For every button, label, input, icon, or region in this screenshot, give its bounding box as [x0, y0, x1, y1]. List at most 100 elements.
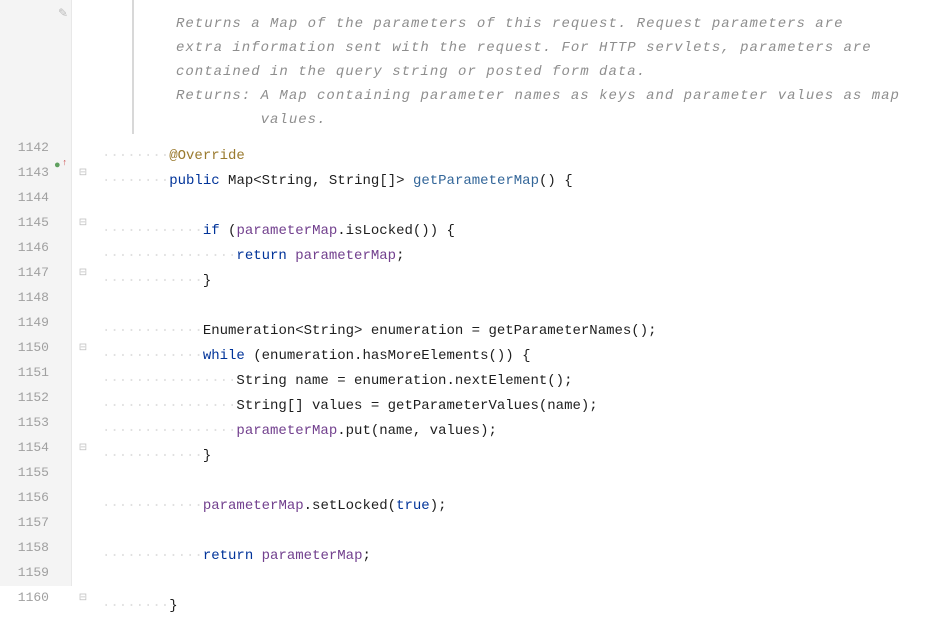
whitespace: ············ [102, 273, 203, 289]
whitespace: ············ [102, 548, 203, 564]
doc-line: values. [261, 112, 327, 128]
line-number[interactable]: 1148 [0, 285, 49, 310]
field: parameterMap [236, 223, 337, 239]
fold-mark [72, 485, 94, 510]
code-line[interactable] [94, 294, 934, 319]
line-number[interactable]: 1154 [0, 435, 49, 460]
code-line[interactable]: ············} [94, 269, 934, 294]
fold-mark [72, 385, 94, 410]
code-line[interactable]: ········} [94, 594, 934, 619]
whitespace: ················ [102, 248, 236, 264]
code-text: .setLocked( [304, 498, 396, 514]
code-line[interactable]: ················parameterMap.put(name, v… [94, 419, 934, 444]
keyword: true [396, 498, 430, 514]
whitespace: ············ [102, 348, 203, 364]
fold-mark [72, 185, 94, 210]
code-text: ; [362, 548, 370, 564]
code-lines[interactable]: ········@Override ········public Map<Str… [94, 144, 934, 619]
line-number[interactable]: 1157 [0, 510, 49, 535]
line-number[interactable]: 1150 [0, 335, 49, 360]
edit-icon[interactable]: ✎ [58, 6, 68, 21]
keyword: public [169, 173, 219, 189]
line-number[interactable]: 1156 [0, 485, 49, 510]
code-line[interactable]: ············return parameterMap; [94, 544, 934, 569]
line-number[interactable]: 1147 [0, 260, 49, 285]
code-line[interactable]: ············if (parameterMap.isLocked())… [94, 219, 934, 244]
line-number[interactable]: 1160 [0, 585, 49, 610]
code-text: () { [539, 173, 573, 189]
code-text: .isLocked()) { [337, 223, 455, 239]
fold-toggle[interactable]: ⊟ [72, 160, 94, 185]
fold-toggle[interactable]: ⊟ [72, 435, 94, 460]
code-text: Enumeration<String> enumeration = getPar… [203, 323, 657, 339]
code-text [287, 248, 295, 264]
fold-mark [72, 560, 94, 585]
fold-mark [72, 460, 94, 485]
code-text: ); [430, 498, 447, 514]
line-number[interactable]: 1155 [0, 460, 49, 485]
whitespace: ········ [102, 598, 169, 614]
field: parameterMap [262, 548, 363, 564]
field: parameterMap [295, 248, 396, 264]
fold-toggle[interactable]: ⊟ [72, 335, 94, 360]
fold-mark [72, 535, 94, 560]
keyword: return [236, 248, 286, 264]
code-text: ; [396, 248, 404, 264]
line-number[interactable]: 1145 [0, 210, 49, 235]
keyword: while [203, 348, 245, 364]
change-marker [0, 0, 4, 130]
code-line[interactable]: ············while (enumeration.hasMoreEl… [94, 344, 934, 369]
line-number[interactable]: 1159 [0, 560, 49, 585]
code-text: ( [220, 223, 237, 239]
line-numbers: 1142 1143 1144 1145 1146 1147 1148 1149 … [0, 0, 71, 610]
code-line[interactable]: ············parameterMap.setLocked(true)… [94, 494, 934, 519]
brace: } [203, 273, 211, 289]
code-line[interactable]: ················String name = enumeratio… [94, 369, 934, 394]
code-editor: ✎ 1142 1143 1144 1145 1146 1147 1148 114… [0, 0, 934, 586]
code-line[interactable] [94, 194, 934, 219]
fold-toggle[interactable]: ⊟ [72, 210, 94, 235]
fold-mark [72, 235, 94, 260]
whitespace: ················ [102, 373, 236, 389]
line-number[interactable]: 1143 [0, 160, 49, 185]
code-line[interactable]: ········@Override [94, 144, 934, 169]
override-gutter-icon[interactable] [54, 160, 68, 174]
fold-mark [72, 135, 94, 160]
code-line[interactable] [94, 469, 934, 494]
line-number[interactable]: 1151 [0, 360, 49, 385]
line-number[interactable]: 1146 [0, 235, 49, 260]
line-number[interactable]: 1153 [0, 410, 49, 435]
fold-mark [72, 360, 94, 385]
doc-returns-label: Returns: [176, 88, 251, 104]
brace: } [203, 448, 211, 464]
code-line[interactable]: ················String[] values = getPar… [94, 394, 934, 419]
line-number[interactable]: 1142 [0, 135, 49, 160]
code-line[interactable]: ········public Map<String, String[]> get… [94, 169, 934, 194]
line-number[interactable]: 1144 [0, 185, 49, 210]
doc-border [132, 0, 134, 134]
code-pane[interactable]: Returns a Map of the parameters of this … [94, 0, 934, 586]
doc-returns: Returns: A Map containing parameter name… [116, 84, 934, 132]
keyword: return [203, 548, 253, 564]
code-text: String name = enumeration.nextElement(); [236, 373, 572, 389]
code-line[interactable]: ············Enumeration<String> enumerat… [94, 319, 934, 344]
fold-toggle[interactable]: ⊟ [72, 585, 94, 610]
code-text: .put(name, values); [337, 423, 497, 439]
brackets: [] [379, 173, 396, 189]
fold-toggle[interactable]: ⊟ [72, 260, 94, 285]
brace: } [169, 598, 177, 614]
line-number[interactable]: 1158 [0, 535, 49, 560]
code-line[interactable]: ················return parameterMap; [94, 244, 934, 269]
code-line[interactable] [94, 519, 934, 544]
line-number-gutter: ✎ 1142 1143 1144 1145 1146 1147 1148 114… [0, 0, 72, 586]
code-text: (enumeration.hasMoreElements()) { [245, 348, 531, 364]
line-number[interactable]: 1149 [0, 310, 49, 335]
line-number[interactable]: 1152 [0, 385, 49, 410]
method-name: getParameterMap [413, 173, 539, 189]
code-line[interactable] [94, 569, 934, 594]
fold-mark [72, 310, 94, 335]
code-text: String[] values = getParameterValues(nam… [236, 398, 597, 414]
whitespace: ········ [102, 173, 169, 189]
code-line[interactable]: ············} [94, 444, 934, 469]
doc-line: Returns a Map of the parameters of this … [176, 16, 844, 32]
